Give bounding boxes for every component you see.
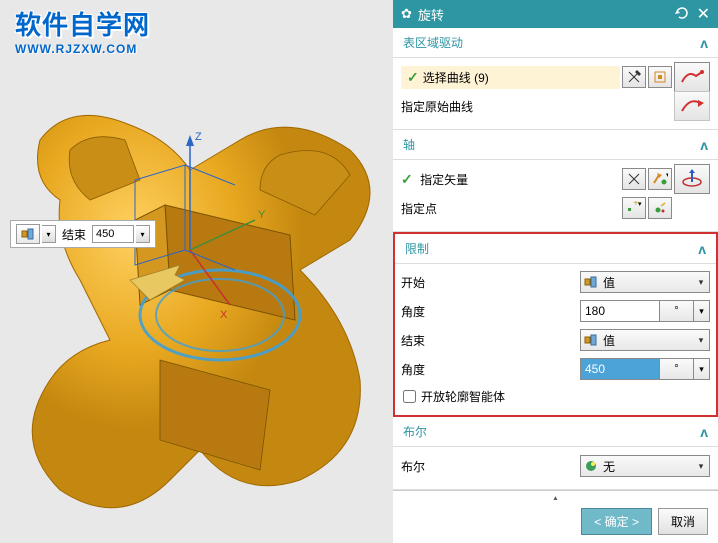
section-bool-header[interactable]: 布尔 ʌ (393, 417, 718, 447)
point-infer-icon[interactable]: +▾ (622, 197, 646, 219)
svg-text:▾: ▾ (666, 172, 668, 179)
floating-input-bar[interactable]: ▾ 结束 ▾ (10, 220, 156, 248)
section-axis-title: 轴 (403, 136, 415, 153)
watermark: 软件自学网 WWW.RJZXW.COM (15, 5, 150, 56)
svg-text:Y: Y (258, 209, 266, 221)
orig-curve-row: 指定原始曲线 (401, 92, 710, 120)
angle1-unit: ° (660, 300, 694, 322)
angle1-label: 角度 (401, 303, 580, 320)
end-dropdown[interactable]: 值 ▾ (580, 329, 710, 351)
value-type-dropdown[interactable]: ▾ (42, 225, 56, 243)
angle1-row: 角度 ° ▾ (401, 297, 710, 325)
value-icon (581, 334, 601, 346)
vector-label: ✓ 指定矢量 (401, 171, 620, 188)
angle2-unit: ° (660, 358, 694, 380)
angle1-dropdown[interactable]: ▾ (694, 300, 710, 322)
section-limit-title: 限制 (405, 240, 429, 257)
bool-label: 布尔 (401, 458, 580, 475)
chevron-down-icon: ▾ (693, 277, 709, 288)
chevron-up-icon: ʌ (698, 241, 706, 257)
chevron-up-icon: ʌ (700, 137, 708, 153)
none-icon (581, 459, 601, 473)
panel-footer: < 确定 > 取消 (393, 500, 718, 543)
point-label: 指定点 (401, 200, 620, 217)
vector-dialog-icon[interactable]: ▾ (648, 168, 672, 190)
float-end-dropdown[interactable]: ▾ (136, 225, 150, 243)
angle1-input[interactable] (580, 300, 660, 322)
start-row: 开始 值 ▾ (401, 268, 710, 296)
check-icon: ✓ (401, 171, 413, 187)
float-end-label: 结束 (58, 226, 90, 243)
open-body-label: 开放轮廓智能体 (421, 388, 505, 405)
angle2-dropdown[interactable]: ▾ (694, 358, 710, 380)
section-region-header[interactable]: 表区域驱动 ʌ (393, 28, 718, 58)
angle2-label: 角度 (401, 361, 580, 378)
angle2-row: 角度 ° ▾ (401, 355, 710, 383)
bool-dropdown[interactable]: 无 ▾ (580, 455, 710, 477)
point-row: 指定点 +▾ (401, 194, 710, 222)
collapse-more-bar[interactable]: ▲ (393, 490, 718, 500)
value-icon (581, 276, 601, 288)
vector-infer-icon[interactable] (622, 168, 646, 190)
svg-text:Z: Z (195, 131, 202, 143)
svg-text:▾: ▾ (638, 201, 642, 208)
chevron-down-icon: ▾ (693, 335, 709, 346)
ok-button[interactable]: < 确定 > (581, 508, 652, 535)
open-body-row: 开放轮廓智能体 (401, 384, 710, 409)
watermark-url: WWW.RJZXW.COM (15, 42, 150, 56)
section-axis-header[interactable]: 轴 ʌ (393, 130, 718, 160)
panel-body: 表区域驱动 ʌ ✓ 选择曲线 (9) 指定原始曲线 轴 ʌ (393, 28, 718, 500)
value-type-icon[interactable] (16, 224, 40, 244)
close-icon[interactable]: ✕ (697, 4, 710, 24)
orig-curve-label: 指定原始曲线 (401, 98, 672, 115)
vector-reverse-icon[interactable] (674, 164, 710, 194)
section-axis-body: ✓ 指定矢量 ▾ 指定点 +▾ (393, 160, 718, 232)
viewport-3d[interactable]: 软件自学网 WWW.RJZXW.COM (0, 0, 393, 543)
cancel-button[interactable]: 取消 (658, 508, 708, 535)
section-region-body: ✓ 选择曲线 (9) 指定原始曲线 (393, 58, 718, 130)
properties-panel: ✿ 旋转 ✕ 表区域驱动 ʌ ✓ 选择曲线 (9) 指定原始曲线 (393, 0, 718, 543)
panel-title-bar[interactable]: ✿ 旋转 ✕ (393, 0, 718, 28)
section-region-title: 表区域驱动 (403, 34, 463, 51)
point-dialog-icon[interactable] (648, 197, 672, 219)
angle2-input[interactable] (580, 358, 660, 380)
chevron-up-icon: ʌ (700, 424, 708, 440)
start-label: 开始 (401, 274, 580, 291)
model-3d[interactable]: Z Y X (10, 80, 390, 540)
section-bool-title: 布尔 (403, 423, 427, 440)
section-limit-header[interactable]: 限制 ʌ (393, 232, 718, 264)
section-limit-wrapper: 限制 ʌ 开始 值 ▾ 角度 ° ▾ (393, 232, 718, 417)
float-end-input[interactable] (92, 225, 134, 243)
end-label: 结束 (401, 332, 580, 349)
chevron-up-icon: ʌ (700, 35, 708, 51)
restore-icon[interactable] (675, 6, 689, 23)
vector-row: ✓ 指定矢量 ▾ (401, 165, 710, 193)
orig-curve-icon[interactable] (674, 91, 710, 121)
end-row: 结束 值 ▾ (401, 326, 710, 354)
select-curve-label[interactable]: ✓ 选择曲线 (9) (401, 66, 620, 89)
check-icon: ✓ (407, 69, 419, 86)
curve-rule-icon[interactable] (674, 62, 710, 92)
start-dropdown[interactable]: 值 ▾ (580, 271, 710, 293)
open-body-checkbox[interactable] (403, 390, 416, 403)
select-curve-row: ✓ 选择曲线 (9) (401, 63, 710, 91)
panel-title: 旋转 (418, 5, 669, 24)
sketch-section-icon[interactable] (648, 66, 672, 88)
bool-row: 布尔 无 ▾ (401, 452, 710, 480)
watermark-main: 软件自学网 (15, 5, 150, 42)
svg-text:X: X (220, 309, 228, 321)
chevron-down-icon: ▾ (693, 461, 709, 472)
infer-icon[interactable] (622, 66, 646, 88)
section-limit-body: 开始 值 ▾ 角度 ° ▾ 结束 (393, 263, 718, 417)
gear-icon[interactable]: ✿ (401, 6, 412, 22)
section-bool-body: 布尔 无 ▾ (393, 447, 718, 490)
